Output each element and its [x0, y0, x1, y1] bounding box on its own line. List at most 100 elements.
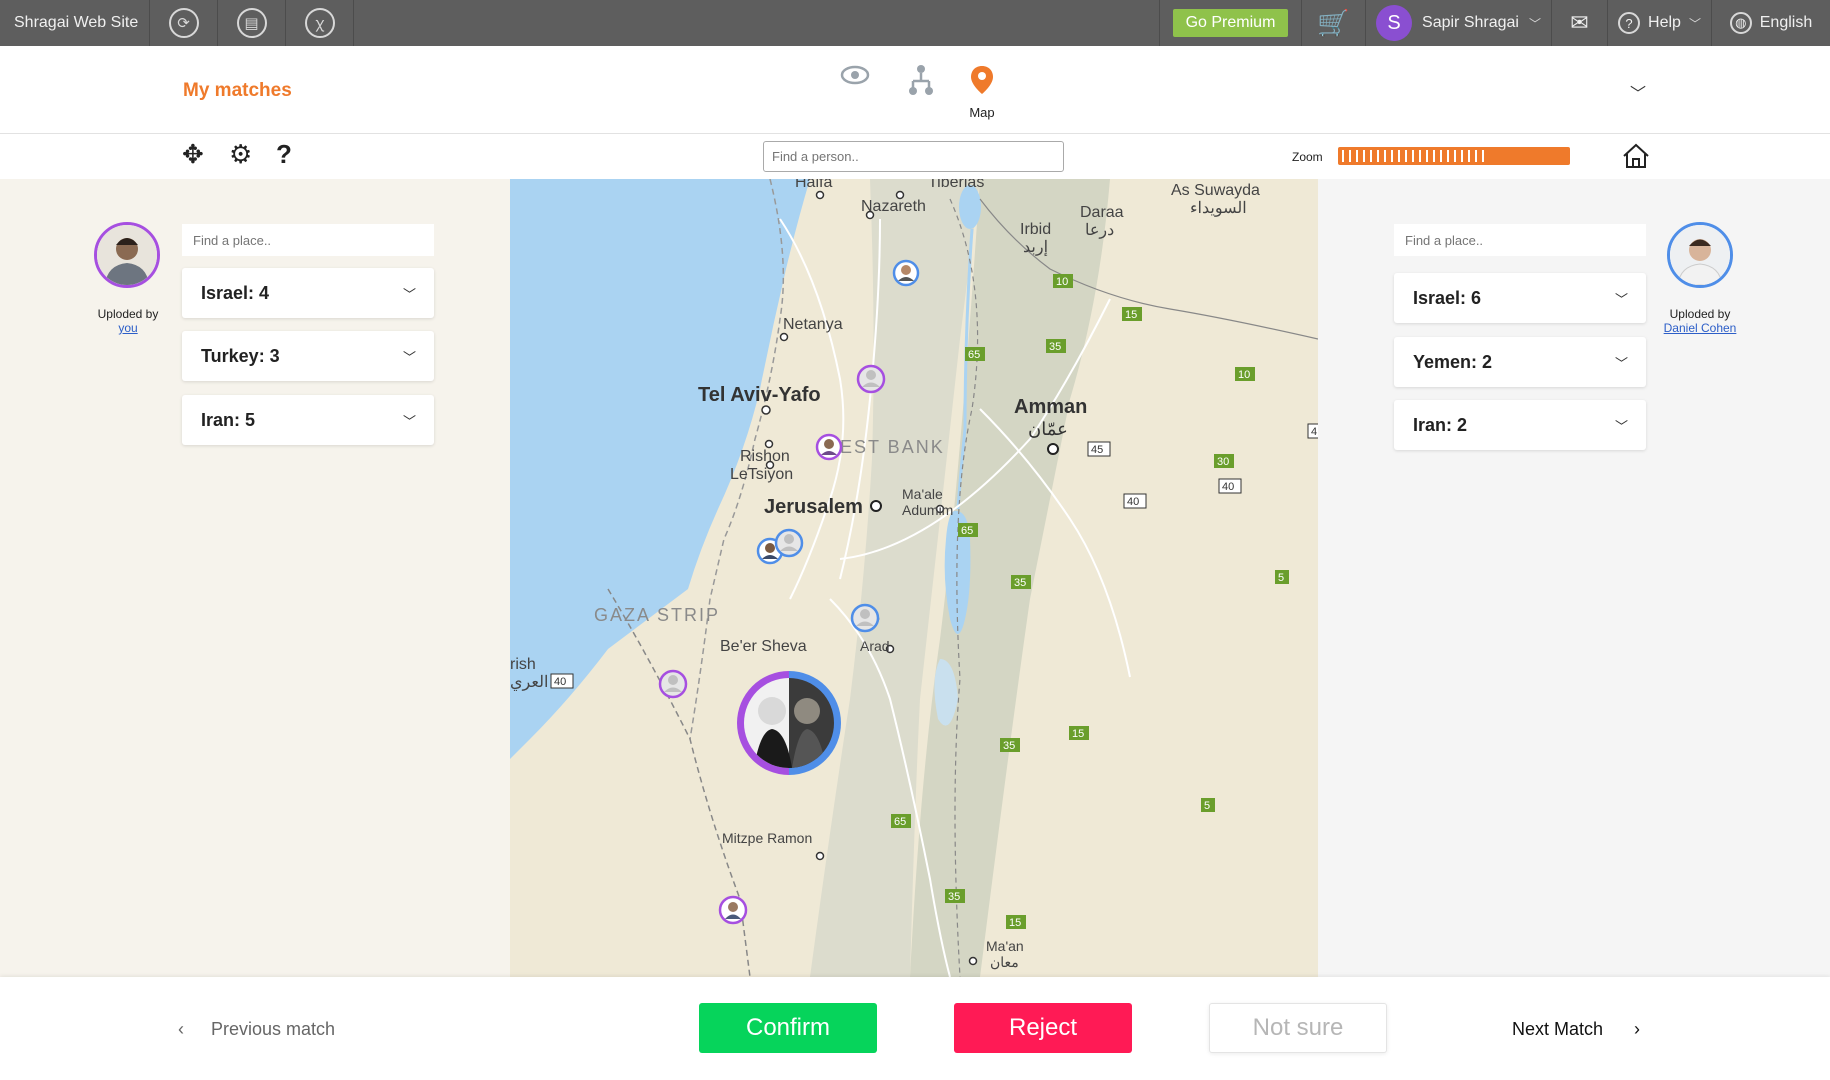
road-shield: 35: [1014, 577, 1026, 589]
move-button[interactable]: ✥: [182, 139, 204, 170]
zoom-slider[interactable]: [1338, 147, 1570, 165]
right-country-yemen[interactable]: Yemen: 2 ﹀: [1394, 337, 1646, 387]
zoom-label: Zoom: [1292, 150, 1323, 164]
help-question-button[interactable]: ?: [276, 139, 292, 170]
page-header: My matches Map ﹀: [0, 46, 1830, 134]
road-shield: 10: [1238, 369, 1250, 381]
chevron-left-icon: ‹: [178, 1019, 184, 1039]
left-uploaded-by: Uploded by you: [73, 307, 183, 335]
chevron-down-icon: ﹀: [402, 349, 416, 365]
person-marker[interactable]: [658, 669, 688, 699]
mail-icon: ✉: [1570, 10, 1589, 35]
left-panel: Uploded by you Israel: 4 ﹀ Turkey: 3 ﹀ I…: [0, 179, 510, 977]
person-marker[interactable]: [774, 528, 804, 558]
cart-button[interactable]: 🛒: [1302, 0, 1366, 46]
road-shield: 5: [1278, 572, 1284, 584]
right-profile-avatar[interactable]: [1667, 222, 1733, 288]
person-search-input[interactable]: [763, 141, 1064, 172]
road-shield: 10: [1056, 276, 1068, 288]
person-marker[interactable]: [892, 259, 920, 287]
place-label: Adumim: [902, 502, 953, 518]
map-view[interactable]: 10 15 35 65 10 45 30 40 40 65 35 5 35 15…: [510, 179, 1318, 977]
road-shield: 45: [1091, 444, 1103, 456]
go-premium-button[interactable]: Go Premium: [1172, 9, 1289, 37]
right-uploaded-by: Uploded by Daniel Cohen: [1645, 307, 1755, 335]
left-country-iran[interactable]: Iran: 5 ﹀: [182, 395, 434, 445]
language-label: English: [1759, 14, 1813, 31]
confirm-button[interactable]: Confirm: [699, 1003, 877, 1053]
country-label: Israel: 6: [1413, 287, 1482, 308]
region-label: EST BANK: [840, 437, 945, 457]
mail-button[interactable]: ✉: [1552, 0, 1608, 46]
place-label: LeTsiyon: [730, 466, 793, 483]
settings-button[interactable]: ⚙: [229, 139, 252, 170]
previous-match-button[interactable]: ‹ Previous match: [178, 1019, 335, 1040]
help-label: Help: [1648, 14, 1681, 31]
uploaded-by-label: Uploded by: [1669, 307, 1731, 321]
person-marker[interactable]: [718, 895, 748, 925]
place-label: درعا: [1085, 222, 1114, 239]
uploader-link[interactable]: Daniel Cohen: [1645, 321, 1755, 335]
right-place-search-input[interactable]: [1394, 224, 1646, 256]
person-portrait-icon: [97, 225, 157, 285]
map-canvas[interactable]: 10 15 35 65 10 45 30 40 40 65 35 5 35 15…: [510, 179, 1318, 977]
header-expand-chevron[interactable]: ﹀: [1630, 80, 1646, 104]
globe-icon: ◍: [1729, 12, 1752, 34]
place-label: Haifa: [795, 179, 832, 191]
region-label: GAZA STRIP: [594, 605, 720, 625]
next-match-label: Next Match: [1512, 1019, 1604, 1039]
user-menu[interactable]: S Sapir Shragai ﹀: [1366, 0, 1552, 46]
road-shield: 15: [1125, 309, 1137, 321]
right-country-israel[interactable]: Israel: 6 ﹀: [1394, 273, 1646, 323]
chevron-down-icon: ﹀: [1614, 355, 1628, 371]
match-marker[interactable]: [737, 671, 841, 775]
road-shield: 65: [968, 349, 980, 361]
capital-dot: [1047, 443, 1059, 455]
left-place-search-input[interactable]: [182, 224, 434, 256]
user-avatar: S: [1376, 5, 1413, 41]
previous-match-label: Previous match: [211, 1019, 336, 1039]
right-country-iran[interactable]: Iran: 2 ﹀: [1394, 400, 1646, 450]
tab-tree[interactable]: [891, 64, 951, 103]
left-country-israel[interactable]: Israel: 4 ﹀: [182, 268, 434, 318]
reject-button[interactable]: Reject: [954, 1003, 1132, 1053]
home-button[interactable]: [1622, 143, 1650, 176]
tool-row: ✥ ⚙ ? Zoom: [0, 135, 1830, 179]
road-shield: 35: [1003, 740, 1015, 752]
not-sure-button[interactable]: Not sure: [1209, 1003, 1387, 1053]
place-label: Rishon: [740, 448, 790, 465]
site-name[interactable]: Shragai Web Site: [14, 14, 138, 32]
help-icon: ?: [1618, 12, 1641, 34]
tab-map[interactable]: Map: [952, 64, 1012, 120]
sea-of-galilee: [959, 185, 981, 229]
chevron-down-icon: ﹀: [1614, 418, 1628, 434]
dna-icon: ꭓ: [304, 8, 335, 38]
place-label: Daraa: [1080, 204, 1124, 221]
language-menu[interactable]: ◍ English: [1712, 0, 1830, 46]
road-shield: 40: [1222, 481, 1234, 493]
uploader-link[interactable]: you: [73, 321, 183, 335]
page-title: My matches: [183, 80, 292, 101]
country-label: Yemen: 2: [1413, 351, 1493, 372]
sync-button[interactable]: ⟳: [150, 0, 218, 46]
road-shield: 65: [894, 816, 906, 828]
dna-button[interactable]: ꭓ: [286, 0, 354, 46]
help-menu[interactable]: ? Help ﹀: [1608, 0, 1712, 46]
place-label: العري: [510, 674, 548, 691]
sync-icon: ⟳: [168, 8, 199, 38]
next-match-button[interactable]: Next Match ›: [1512, 1019, 1640, 1040]
cart-icon: 🛒: [1317, 7, 1350, 38]
left-profile-avatar[interactable]: [94, 222, 160, 288]
home-icon: [1623, 143, 1649, 168]
tab-view[interactable]: [825, 64, 885, 93]
place-label: معان: [990, 954, 1019, 970]
top-bar: Shragai Web Site ⟳ ▤ ꭓ Go Premium 🛒 S Sa…: [0, 0, 1830, 46]
eye-icon: [840, 65, 870, 85]
chevron-down-icon: ﹀: [1688, 16, 1701, 31]
person-marker[interactable]: [850, 603, 880, 633]
person-marker[interactable]: [815, 433, 843, 461]
document-button[interactable]: ▤: [218, 0, 286, 46]
person-marker[interactable]: [856, 364, 886, 394]
left-country-turkey[interactable]: Turkey: 3 ﹀: [182, 331, 434, 381]
site-link[interactable]: Shragai Web Site: [0, 0, 150, 46]
